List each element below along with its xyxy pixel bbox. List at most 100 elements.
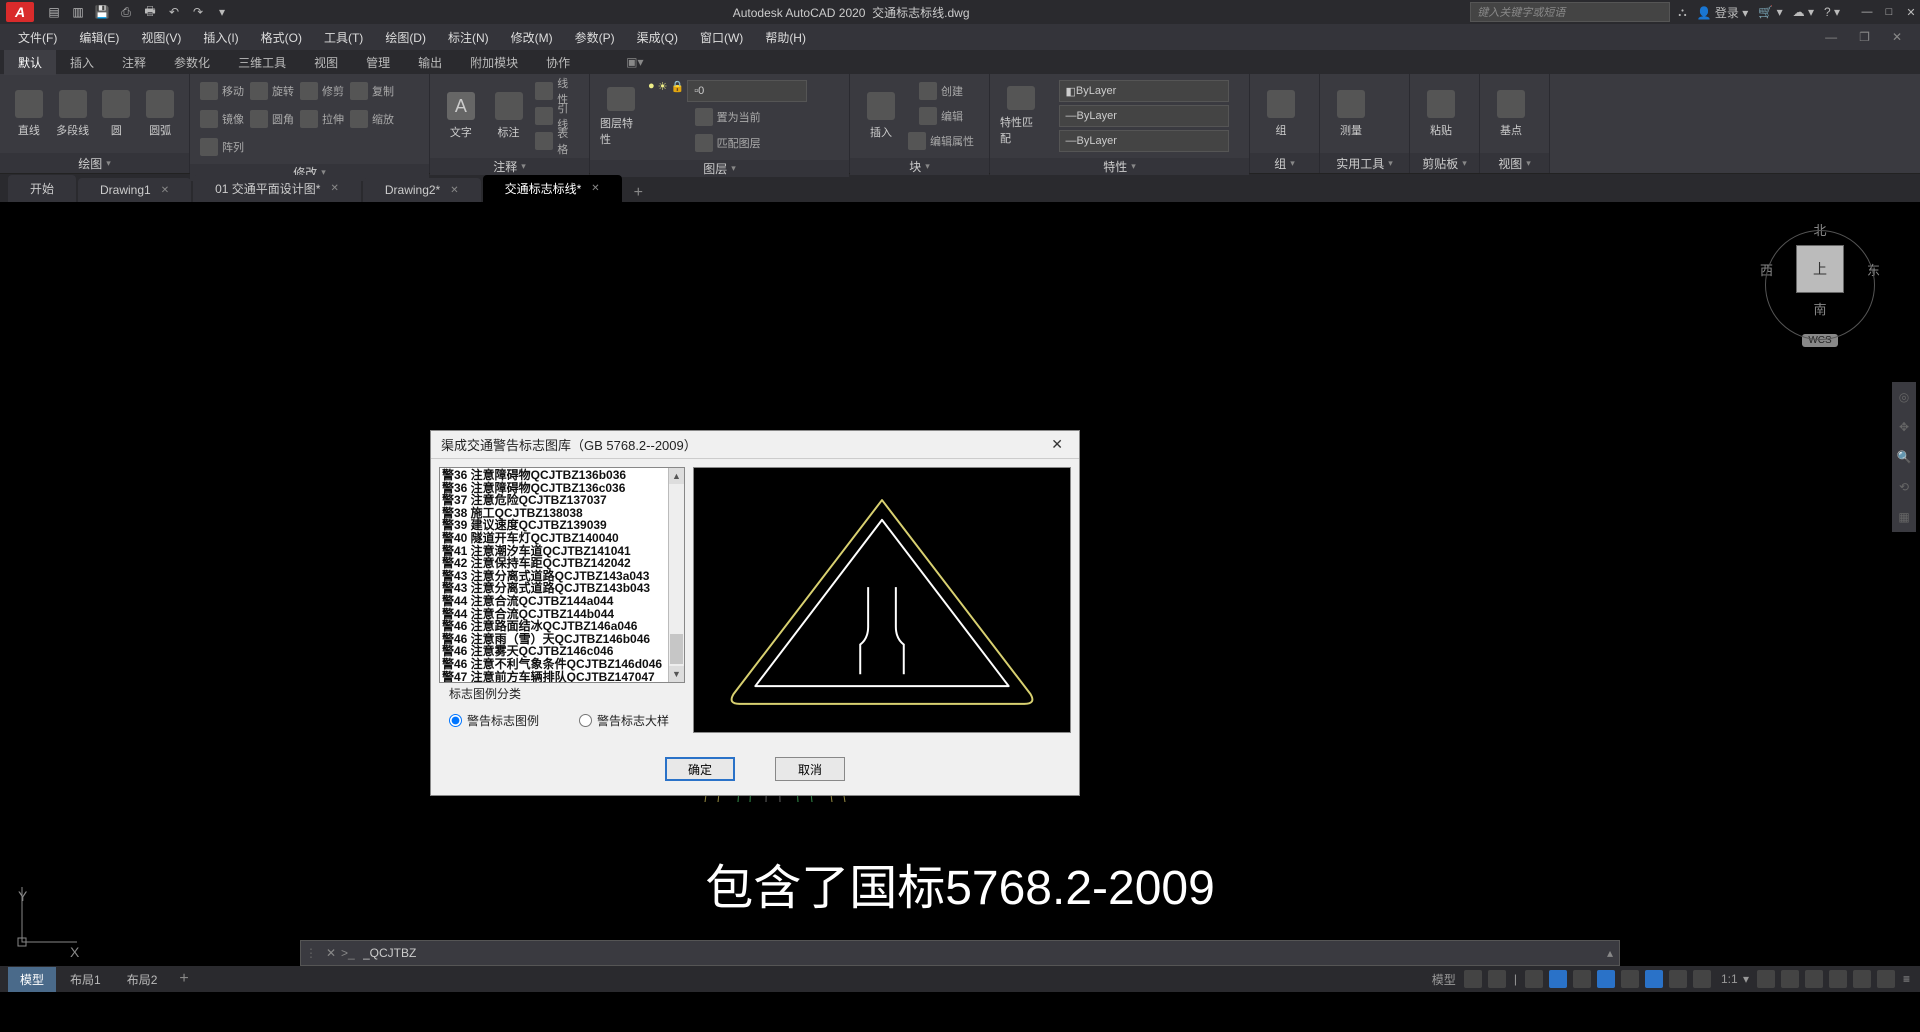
ribbon-tab-view[interactable]: 视图 <box>300 50 352 75</box>
fillet-button[interactable]: 圆角 <box>250 108 294 130</box>
qat-more-icon[interactable]: ▾ <box>212 2 232 22</box>
list-item[interactable]: 警42 注意保持车距QCJTBZ142042 <box>442 557 682 570</box>
block-insert-button[interactable]: 插入 <box>860 86 902 146</box>
radio-legend[interactable]: 警告标志图例 <box>449 712 539 729</box>
cmdline-expand-icon[interactable]: ▴ <box>1601 946 1619 960</box>
stretch-button[interactable]: 拉伸 <box>300 108 344 130</box>
isodraft-icon[interactable] <box>1573 970 1591 988</box>
nav-zoom-icon[interactable]: 🔍 <box>1892 442 1916 472</box>
ribbon-tab-output[interactable]: 输出 <box>404 50 456 75</box>
transparency-icon[interactable] <box>1693 970 1711 988</box>
view-cube[interactable]: 北 西 上 东 南 WCS <box>1760 220 1880 347</box>
linear-button[interactable]: 线性 <box>535 80 579 102</box>
panel-properties-label[interactable]: 特性 <box>990 158 1249 175</box>
move-button[interactable]: 移动 <box>200 80 244 102</box>
polar-toggle-icon[interactable] <box>1549 970 1567 988</box>
isolate-icon[interactable] <box>1853 970 1871 988</box>
compass-ring[interactable] <box>1765 230 1875 340</box>
dimension-button[interactable]: 标注 <box>488 86 530 146</box>
doc-close-button[interactable]: ✕ <box>1882 30 1912 44</box>
ribbon-tab-collab[interactable]: 协作 <box>532 50 584 75</box>
snap-toggle-icon[interactable] <box>1488 970 1506 988</box>
list-item[interactable]: 警36 注意障碍物QCJTBZ136b036 <box>442 469 682 482</box>
help-search-input[interactable]: 键入关键字或短语 <box>1470 2 1670 22</box>
block-edit-button[interactable]: 编辑 <box>919 105 963 127</box>
otrack-icon[interactable] <box>1645 970 1663 988</box>
layer-lock-icon[interactable]: 🔒 <box>671 80 685 102</box>
array-button[interactable]: 阵列 <box>200 136 244 158</box>
panel-utilities-label[interactable]: 实用工具 <box>1320 153 1409 173</box>
cmdline-close-icon[interactable]: ✕ <box>321 946 341 960</box>
ribbon-tab-addins[interactable]: 附加模块 <box>456 50 532 75</box>
menu-insert[interactable]: 插入(I) <box>193 29 248 46</box>
plot-icon[interactable]: 🖶 <box>140 2 160 22</box>
menu-params[interactable]: 参数(P) <box>565 29 625 46</box>
dialog-titlebar[interactable]: 渠成交通警告标志图库（GB 5768.2--2009） ✕ <box>431 431 1079 459</box>
ribbon-tab-parametric[interactable]: 参数化 <box>160 50 224 75</box>
scroll-track[interactable] <box>669 484 684 666</box>
model-space-toggle[interactable]: 模型 <box>1430 971 1458 988</box>
circle-button[interactable]: 圆 <box>98 84 136 144</box>
close-tab-icon[interactable]: ✕ <box>591 183 599 194</box>
panel-group-label[interactable]: 组 <box>1250 153 1319 173</box>
add-layout-button[interactable]: + <box>171 970 196 988</box>
menu-draw[interactable]: 绘图(D) <box>375 29 436 46</box>
annotation-scale[interactable]: 1:1 ▾ <box>1717 972 1751 986</box>
base-button[interactable]: 基点 <box>1490 84 1532 144</box>
arc-button[interactable]: 圆弧 <box>141 84 179 144</box>
undo-icon[interactable]: ↶ <box>164 2 184 22</box>
layer-freeze-icon[interactable]: ☀ <box>658 80 668 102</box>
scroll-down-icon[interactable]: ▼ <box>669 666 684 682</box>
file-tab-traffic[interactable]: 交通标志标线*✕ <box>483 175 622 202</box>
menu-help[interactable]: 帮助(H) <box>755 29 816 46</box>
match-properties-button[interactable]: 特性匹配 <box>1000 86 1042 146</box>
app-logo[interactable]: A <box>6 2 34 22</box>
open-icon[interactable]: ▥ <box>68 2 88 22</box>
ribbon-tab-default[interactable]: 默认 <box>4 50 56 75</box>
list-item[interactable]: 警47 注意前方车辆排队QCJTBZ147047 <box>442 671 682 684</box>
cancel-button[interactable]: 取消 <box>775 757 845 781</box>
panel-draw-label[interactable]: 绘图 <box>0 153 189 173</box>
listbox-scrollbar[interactable]: ▲ ▼ <box>668 468 684 682</box>
list-item[interactable]: 警46 注意不利气象条件QCJTBZ146d046 <box>442 658 682 671</box>
menu-qc[interactable]: 渠成(Q) <box>627 29 688 46</box>
menu-tools[interactable]: 工具(T) <box>314 29 373 46</box>
osnap-toggle-icon[interactable] <box>1597 970 1615 988</box>
cleanscreen-icon[interactable] <box>1877 970 1895 988</box>
signin-button[interactable]: 👤 登录 ▾ <box>1697 4 1749 21</box>
save-icon[interactable]: 💾 <box>92 2 112 22</box>
color-combo[interactable]: ◧ ByLayer <box>1059 80 1229 102</box>
file-tab-drawing1[interactable]: Drawing1✕ <box>78 178 191 202</box>
close-tab-icon[interactable]: ✕ <box>330 183 338 194</box>
3dosnap-icon[interactable] <box>1621 970 1639 988</box>
workspace-icon[interactable] <box>1781 970 1799 988</box>
close-tab-icon[interactable]: ✕ <box>161 185 169 196</box>
menu-file[interactable]: 文件(F) <box>8 29 67 46</box>
dialog-close-button[interactable]: ✕ <box>1045 436 1069 453</box>
copy-button[interactable]: 复制 <box>350 80 394 102</box>
block-create-button[interactable]: 创建 <box>919 80 963 102</box>
drawing-canvas[interactable]: 北 西 上 东 南 WCS ◎ ✥ 🔍 ⟲ ▦ Y <box>0 202 1920 966</box>
polyline-button[interactable]: 多段线 <box>54 84 92 144</box>
layout-tab-2[interactable]: 布局2 <box>115 967 170 992</box>
list-item[interactable]: 警46 注意路面结冰QCJTBZ146a046 <box>442 620 682 633</box>
hardware-accel-icon[interactable] <box>1829 970 1847 988</box>
ribbon-tab-manage[interactable]: 管理 <box>352 50 404 75</box>
help-icon[interactable]: ? ▾ <box>1824 5 1840 19</box>
minimize-button[interactable]: — <box>1858 3 1876 21</box>
new-icon[interactable]: ▤ <box>44 2 64 22</box>
maximize-button[interactable]: □ <box>1880 3 1898 21</box>
doc-minimize-button[interactable]: — <box>1815 30 1847 44</box>
menu-window[interactable]: 窗口(W) <box>690 29 753 46</box>
nav-pan-icon[interactable]: ✥ <box>1892 412 1916 442</box>
line-button[interactable]: 直线 <box>10 84 48 144</box>
ribbon-tab-annotate[interactable]: 注释 <box>108 50 160 75</box>
group-button[interactable]: 组 <box>1260 84 1302 144</box>
file-tab-drawing2[interactable]: Drawing2*✕ <box>363 178 481 202</box>
close-button[interactable]: ✕ <box>1902 3 1920 21</box>
layer-combo[interactable]: ▫ 0 <box>687 80 807 102</box>
trim-button[interactable]: 修剪 <box>300 80 344 102</box>
make-current-button[interactable]: 置为当前 <box>695 106 761 128</box>
nav-showmotion-icon[interactable]: ▦ <box>1892 502 1916 532</box>
panel-clipboard-label[interactable]: 剪贴板 <box>1410 153 1479 173</box>
